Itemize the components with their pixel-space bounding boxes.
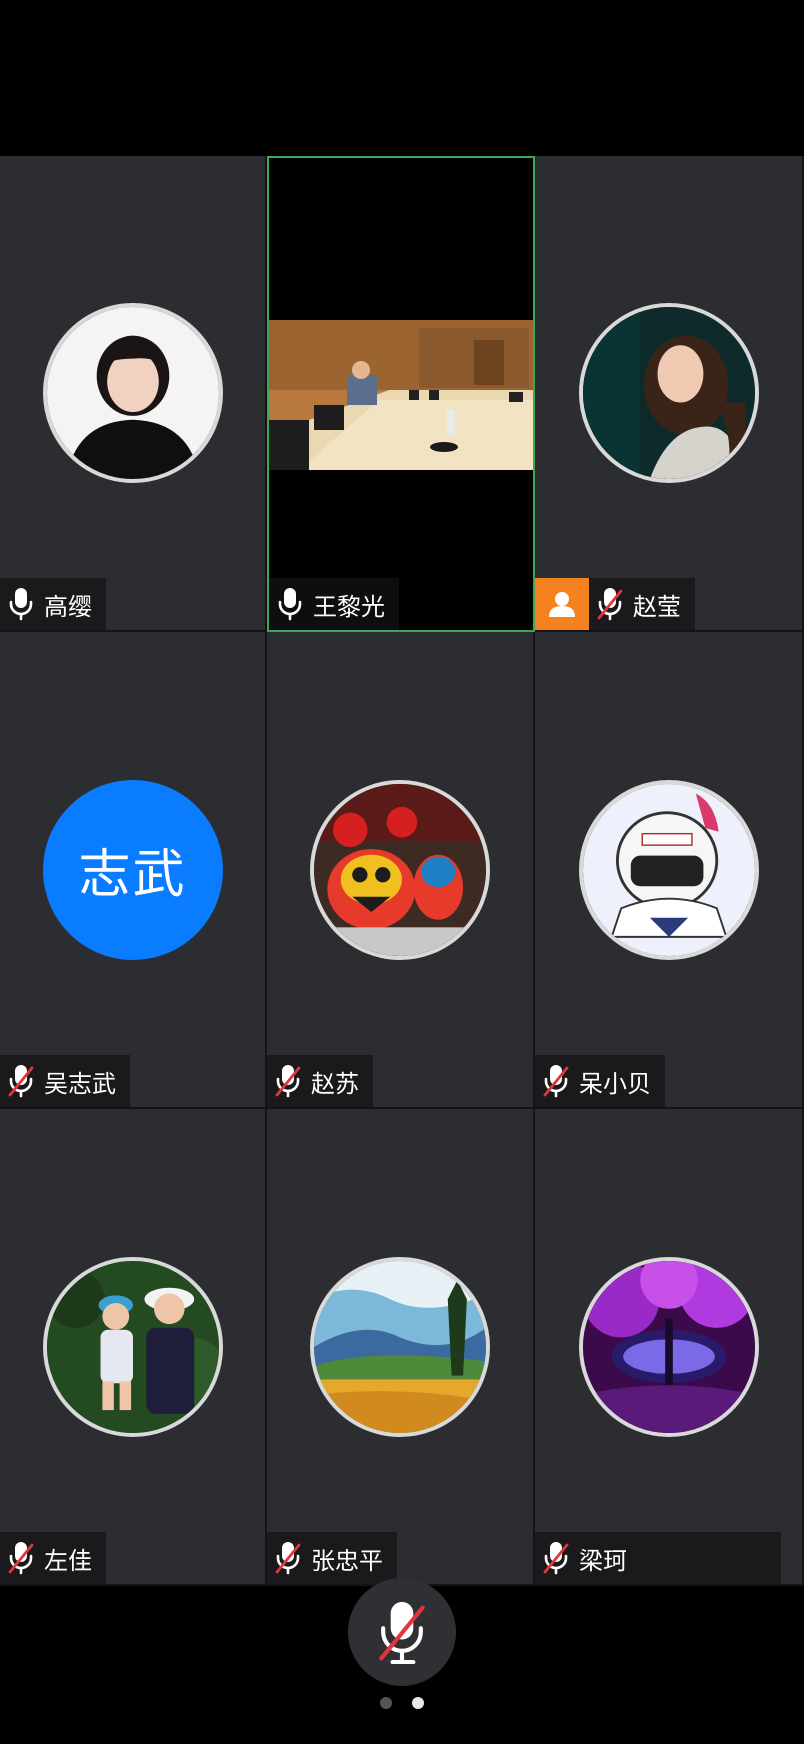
participant-name: 高缨	[44, 592, 92, 621]
participant-tile[interactable]: 赵苏	[267, 632, 535, 1109]
name-tag: 赵苏	[267, 1055, 373, 1107]
page-indicator[interactable]	[380, 1697, 424, 1709]
mic-muted-icon	[8, 1064, 34, 1098]
mic-muted-icon	[543, 1541, 569, 1575]
participant-name: 呆小贝	[579, 1069, 651, 1098]
participant-tile[interactable]: 呆小贝	[535, 632, 804, 1109]
participant-tile[interactable]: 志武 吴志武	[0, 632, 267, 1109]
avatar	[578, 779, 759, 960]
avatar	[42, 1256, 223, 1437]
participant-tile[interactable]: 梁珂	[535, 1109, 804, 1586]
participant-tile[interactable]: 张忠平	[267, 1109, 535, 1586]
participant-tile[interactable]: 高缨	[0, 156, 267, 632]
mic-icon	[277, 587, 303, 621]
name-tag: 左佳	[0, 1532, 106, 1584]
host-badge	[535, 578, 589, 630]
participant-name: 左佳	[44, 1546, 92, 1575]
page-dot-2[interactable]	[412, 1697, 424, 1709]
mic-muted-icon	[379, 1601, 425, 1664]
name-tag: 张忠平	[267, 1532, 397, 1584]
page-dot-1[interactable]	[380, 1697, 392, 1709]
avatar	[310, 779, 490, 960]
participant-name: 赵苏	[311, 1069, 359, 1098]
avatar	[42, 303, 223, 483]
mic-muted-icon	[275, 1064, 301, 1098]
participant-name: 赵莹	[633, 592, 681, 621]
name-tag: 梁珂	[535, 1532, 781, 1584]
participant-grid: 高缨 王黎光 赵莹 志武 吴志武 赵苏 呆小贝 左佳 张忠平 梁珂	[0, 156, 804, 1586]
person-icon	[549, 592, 575, 617]
participant-name: 梁珂	[579, 1546, 627, 1575]
avatar	[578, 303, 759, 483]
video-feed	[269, 320, 533, 470]
participant-name: 王黎光	[313, 592, 385, 621]
mic-muted-icon	[543, 1064, 569, 1098]
name-tag: 赵莹	[589, 578, 695, 630]
top-bar	[0, 0, 804, 156]
name-tag: 呆小贝	[535, 1055, 665, 1107]
mute-toggle-button[interactable]	[348, 1578, 456, 1686]
avatar	[578, 1256, 759, 1437]
meeting-gallery-view: 高缨 王黎光 赵莹 志武 吴志武 赵苏 呆小贝 左佳 张忠平 梁珂	[0, 0, 804, 1744]
participant-tile[interactable]: 左佳	[0, 1109, 267, 1586]
participant-tile[interactable]: 赵莹	[535, 156, 804, 632]
name-tag: 吴志武	[0, 1055, 130, 1107]
name-tag: 王黎光	[269, 578, 399, 630]
mic-muted-icon	[8, 1541, 34, 1575]
participant-name: 吴志武	[44, 1069, 116, 1098]
avatar	[310, 1256, 490, 1437]
name-tag: 高缨	[0, 578, 106, 630]
active-speaker-tile[interactable]: 王黎光	[267, 156, 535, 632]
mic-icon	[8, 587, 34, 621]
initials-avatar: 志武	[42, 779, 223, 960]
participant-name: 张忠平	[311, 1546, 383, 1575]
mic-muted-icon	[275, 1541, 301, 1575]
avatar-initials: 志武	[78, 845, 187, 905]
mic-muted-icon	[597, 587, 623, 621]
